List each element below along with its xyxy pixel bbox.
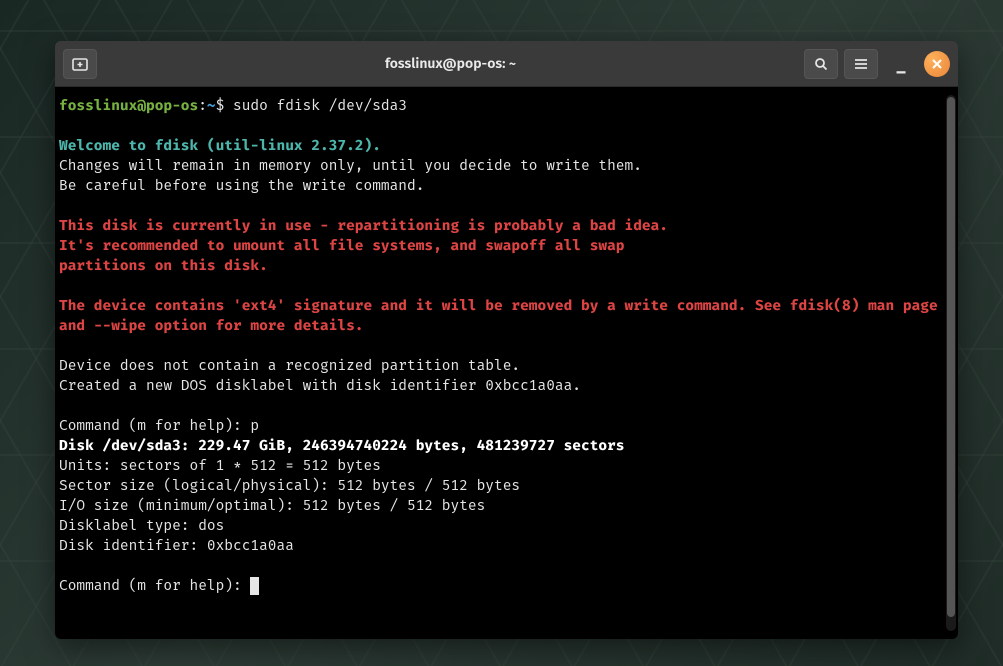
welcome-line: Welcome to fdisk (util-linux 2.37.2). [59,136,381,154]
prompt-path: ~ [207,96,216,114]
minimize-button[interactable]: _ [888,51,914,77]
dev-line1: Device does not contain a recognized par… [59,356,520,374]
warn-line1: This disk is currently in use - repartit… [59,216,668,234]
mem-line1: Changes will remain in memory only, unti… [59,156,642,174]
terminal-window: fosslinux@pop-os: ~ _ [55,41,958,639]
prompt-userhost: fosslinux@pop-os [59,96,198,114]
scrollbar-thumb[interactable] [947,97,955,617]
warn-line2: It's recommended to umount all file syst… [59,236,625,254]
new-tab-button[interactable] [63,49,97,79]
terminal-output: fosslinux@pop-os:~$ sudo fdisk /dev/sda3… [59,95,946,631]
mem-line2: Be careful before using the write comman… [59,176,424,194]
close-button[interactable] [924,51,950,77]
menu-button[interactable] [844,49,878,79]
terminal-body[interactable]: fosslinux@pop-os:~$ sudo fdisk /dev/sda3… [55,87,958,639]
warn-line3: partitions on this disk. [59,256,268,274]
cmd-line1: Command (m for help): p [59,416,259,434]
search-icon [814,57,828,71]
prompt-command: sudo fdisk /dev/sda3 [233,96,407,114]
search-button[interactable] [804,49,838,79]
window-title: fosslinux@pop-os: ~ [103,55,798,72]
new-tab-icon [72,57,88,71]
minimize-icon: _ [896,53,907,75]
prompt-dollar: $ [216,96,233,114]
prompt-sep: : [198,96,207,114]
cursor [250,577,259,595]
close-icon [931,58,943,70]
warn-line4: The device contains 'ext4' signature and… [59,296,946,334]
dident-line: Disk identifier: 0xbcc1a0aa [59,536,294,554]
titlebar: fosslinux@pop-os: ~ _ [55,41,958,87]
cmd-line2: Command (m for help): [59,576,250,594]
hamburger-icon [854,58,868,70]
scrollbar[interactable] [946,95,956,631]
sector-line: Sector size (logical/physical): 512 byte… [59,476,520,494]
disk-bold-line: Disk /dev/sda3: 229.47 GiB, 246394740224… [59,436,625,454]
dtype-line: Disklabel type: dos [59,516,224,534]
units-line: Units: sectors of 1 * 512 = 512 bytes [59,456,381,474]
dev-line2: Created a new DOS disklabel with disk id… [59,376,581,394]
io-line: I/O size (minimum/optimal): 512 bytes / … [59,496,485,514]
